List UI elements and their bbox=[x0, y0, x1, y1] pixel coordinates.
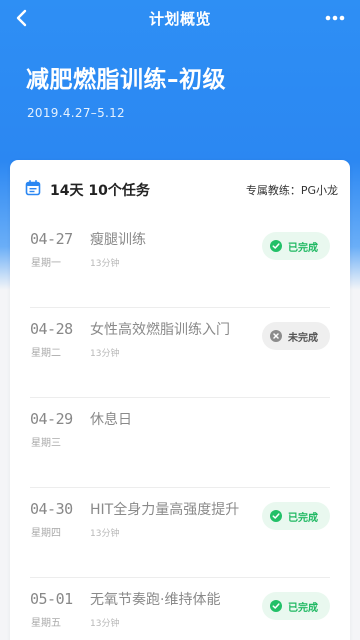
task-date: 04-30 bbox=[30, 500, 73, 518]
task-date: 04-27 bbox=[30, 230, 73, 248]
chevron-left-icon bbox=[16, 9, 27, 27]
check-icon bbox=[270, 510, 282, 522]
incomplete-badge: 未完成 bbox=[262, 322, 330, 350]
task-card: 14天 10个任务 专属教练：PG小龙 04-27 星期一 瘦腿训练 13分钟 已完成 0… bbox=[10, 160, 350, 640]
task-weekday: 星期三 bbox=[31, 438, 61, 449]
completed-badge: 已完成 bbox=[262, 502, 330, 530]
task-date: 05-01 bbox=[30, 590, 73, 608]
more-button[interactable] bbox=[322, 6, 348, 30]
check-icon bbox=[270, 600, 282, 612]
page-title: 计划概览 bbox=[148, 9, 211, 28]
completed-badge: 已完成 bbox=[262, 232, 330, 260]
task-weekday: 星期四 bbox=[31, 528, 61, 539]
more-horizontal-icon bbox=[325, 15, 345, 21]
task-weekday: 星期五 bbox=[31, 618, 61, 629]
plan-title: 减肥燃脂训练–初级 bbox=[26, 67, 226, 93]
task-row[interactable]: 04-28 星期二 女性高效燃脂训练入门 13分钟 未完成 bbox=[10, 306, 350, 398]
task-date: 04-28 bbox=[30, 320, 73, 338]
task-date: 04-29 bbox=[30, 410, 73, 428]
task-duration: 13分钟 bbox=[90, 529, 120, 539]
task-weekday: 星期二 bbox=[31, 348, 61, 359]
task-row[interactable]: 04-30 星期四 HIT全身力量高强度提升 13分钟 已完成 bbox=[10, 486, 350, 578]
task-row[interactable]: 05-01 星期五 无氧节奏跑·维持体能 13分钟 已完成 bbox=[10, 576, 350, 640]
task-title: HIT全身力量高强度提升 bbox=[90, 502, 240, 518]
back-button[interactable] bbox=[10, 6, 34, 30]
task-duration: 13分钟 bbox=[90, 619, 120, 629]
task-weekday: 星期一 bbox=[31, 258, 61, 269]
status-label: 已完成 bbox=[288, 602, 318, 614]
task-duration: 13分钟 bbox=[90, 259, 120, 269]
status-label: 已完成 bbox=[288, 242, 318, 254]
navigation-bar: 计划概览 bbox=[0, 0, 360, 36]
task-title: 无氧节奏跑·维持体能 bbox=[90, 592, 221, 608]
calendar-icon bbox=[25, 180, 41, 196]
close-icon bbox=[270, 330, 282, 342]
card-header: 14天 10个任务 专属教练：PG小龙 bbox=[10, 160, 350, 216]
check-icon bbox=[270, 240, 282, 252]
status-label: 已完成 bbox=[288, 512, 318, 524]
task-title: 女性高效燃脂训练入门 bbox=[90, 322, 230, 338]
task-row[interactable]: 04-29 星期三 休息日 bbox=[10, 396, 350, 488]
plan-date-range: 2019.4.27–5.12 bbox=[27, 106, 125, 120]
plan-summary: 14天 10个任务 bbox=[50, 183, 150, 199]
task-duration: 13分钟 bbox=[90, 349, 120, 359]
task-title: 瘦腿训练 bbox=[90, 232, 146, 248]
status-label: 未完成 bbox=[288, 332, 318, 344]
task-title: 休息日 bbox=[90, 412, 132, 428]
coach-label[interactable]: 专属教练：PG小龙 bbox=[246, 182, 338, 198]
completed-badge: 已完成 bbox=[262, 592, 330, 620]
task-row[interactable]: 04-27 星期一 瘦腿训练 13分钟 已完成 bbox=[10, 216, 350, 308]
